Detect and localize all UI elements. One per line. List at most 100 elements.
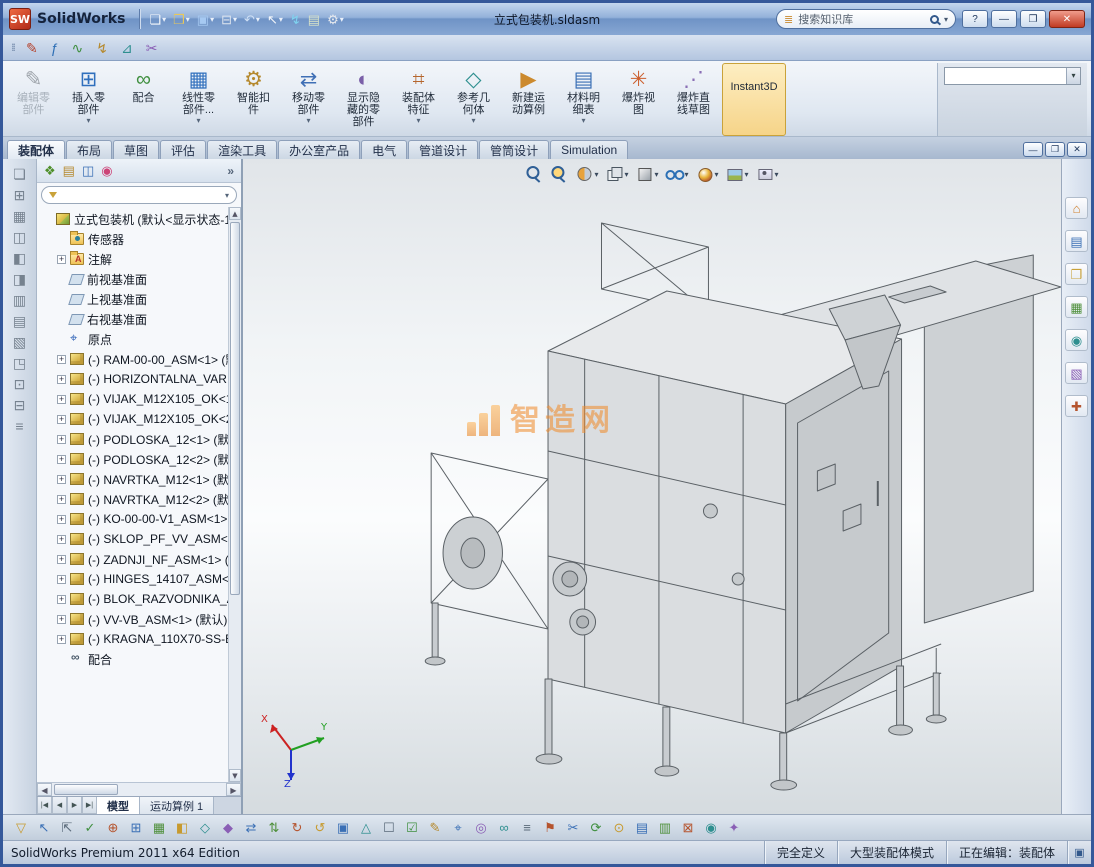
tree-expander[interactable]: + [57,535,66,544]
bottom-toolbar-button[interactable]: ⊙ [609,818,629,838]
save-button[interactable]: ▣ ▾ [194,11,217,28]
tree-item[interactable]: + (-) BLOK_RAZVODNIKA_AS [37,589,228,609]
tree-item[interactable]: 前视基准面 [37,269,228,289]
instant3d-button[interactable]: Instant3D [722,63,786,136]
options-button[interactable]: ⚙ ▾ [324,11,347,28]
new-motion-study-button[interactable]: ▶ 新建运 动算例 [502,63,555,136]
view-palette-button[interactable]: ▦ [1065,296,1088,318]
scroll-left-icon[interactable]: ◀ [37,783,52,796]
tree-item[interactable]: + (-) RAM-00-00_ASM<1> (默 [37,349,228,369]
tab-render-tools[interactable]: 渲染工具 [207,140,277,159]
bottom-toolbar-button[interactable]: ⊕ [103,818,123,838]
tab-simulation[interactable]: Simulation [550,140,628,159]
bottom-toolbar-button[interactable]: ◇ [195,818,215,838]
side-toolbar-button[interactable]: ⊡ [14,377,26,391]
tree-expander[interactable]: + [57,395,66,404]
quick-tool-5-button[interactable]: ⊿ [119,39,135,57]
panel-chevron-button[interactable]: » [227,164,234,178]
exploded-view-button[interactable]: ✳ 爆炸视 图 [612,63,665,136]
solidworks-resources-button[interactable]: ⌂ [1065,197,1088,219]
tree-item[interactable]: 配合 [37,649,228,669]
tree-item[interactable]: 立式包装机 (默认<显示状态-1> [37,209,228,229]
tab-office-products[interactable]: 办公室产品 [278,140,360,159]
bottom-toolbar-button[interactable]: ▥ [655,818,675,838]
tree-item[interactable]: + 注解 [37,249,228,269]
bottom-toolbar-button[interactable]: ☑ [402,818,422,838]
tree-expander[interactable]: + [57,555,66,564]
bottom-toolbar-button[interactable]: ◎ [471,818,491,838]
tree-filter-input[interactable]: ▾ [41,186,237,204]
assembly-features-button[interactable]: ⌗ 装配体 特征 ▾ [392,63,445,136]
tree-expander[interactable]: + [57,455,66,464]
side-toolbar-button[interactable]: ▧ [13,335,26,349]
side-toolbar-button[interactable]: ◫ [13,230,26,244]
displaymanager-tab[interactable]: ◉ [101,164,112,177]
tab-evaluate[interactable]: 评估 [160,140,206,159]
doc-minimize-button[interactable]: — [1023,142,1043,157]
next-tab-button[interactable]: ▶ [67,797,82,814]
tab-assembly[interactable]: 装配体 [7,140,65,159]
side-toolbar-button[interactable]: ≡ [15,419,23,433]
tree-item[interactable]: 传感器 [37,229,228,249]
tree-item[interactable]: + (-) PODLOSKA_12<1> (默认 [37,429,228,449]
quick-tool-4-button[interactable]: ↯ [94,39,110,57]
tree-item[interactable]: + (-) HORIZONTALNA_VARILI [37,369,228,389]
document-recovery-button[interactable]: ✚ [1065,395,1088,417]
explode-line-sketch-button[interactable]: ⋰ 爆炸直 线草图 [667,63,720,136]
tree-expander[interactable]: + [57,475,66,484]
prev-tab-button[interactable]: ◀ [52,797,67,814]
bottom-toolbar-button[interactable]: ▣ [333,818,353,838]
search-icon[interactable] [930,15,939,24]
search-dropdown-arrow-icon[interactable]: ▾ [944,15,948,24]
bottom-toolbar-button[interactable]: ▦ [149,818,169,838]
bottom-toolbar-button[interactable]: ✦ [724,818,744,838]
tree-vertical-scrollbar[interactable]: ▲ ▼ [228,207,241,782]
appearances-scenes-button[interactable]: ◉ [1065,329,1088,351]
bottom-toolbar-button[interactable]: ◧ [172,818,192,838]
tree-item[interactable]: + (-) VIJAK_M12X105_OK<1> [37,389,228,409]
bottom-toolbar-button[interactable]: ⊞ [126,818,146,838]
linear-component-pattern-button[interactable]: ▦ 线性零 部件... ▾ [172,63,225,136]
tree-expander[interactable]: + [57,615,66,624]
select-button[interactable]: ↖ ▾ [264,11,286,28]
scroll-down-icon[interactable]: ▼ [229,769,241,782]
help-button[interactable]: ? [962,10,988,28]
propertymanager-tab[interactable]: ▤ [63,164,75,177]
display-style-button[interactable]: ▾ [635,165,658,183]
tree-item[interactable]: + (-) NAVRTKA_M12<1> (默认 [37,469,228,489]
quick-tool-1-button[interactable]: ✎ [24,39,40,57]
scroll-up-icon[interactable]: ▲ [229,207,241,220]
bottom-toolbar-button[interactable]: ⌖ [448,818,468,838]
tree-item[interactable]: + (-) KRAGNA_110X70-SS-BV [37,629,228,649]
assembly-3d-model[interactable] [243,159,1061,814]
bottom-toolbar-button[interactable]: ⚑ [540,818,560,838]
tree-item[interactable]: + (-) NAVRTKA_M12<2> (默认) [37,489,228,509]
rebuild-button[interactable]: ↯ [287,11,304,28]
graphics-area[interactable]: 智造网 ▾ [243,159,1061,814]
tree-expander[interactable]: + [57,355,66,364]
scrollbar-thumb[interactable] [54,784,118,795]
tree-expander[interactable]: + [57,635,66,644]
tree-expander[interactable]: + [57,495,66,504]
insert-components-button[interactable]: ⊞ 插入零 部件 ▾ [62,63,115,136]
bottom-toolbar-button[interactable]: ✓ [80,818,100,838]
tree-item[interactable]: + (-) ZADNJI_NF_ASM<1> (默 [37,549,228,569]
bottom-toolbar-button[interactable]: △ [356,818,376,838]
new-button[interactable]: ❏ ▾ [146,11,169,28]
view-orientation-button[interactable]: ▾ [605,165,628,183]
status-pane-icon[interactable]: ▣ [1067,841,1091,864]
apply-scene-button[interactable]: ▾ [726,165,749,183]
quick-tool-3-button[interactable]: ∿ [70,39,86,57]
tree-expander[interactable]: + [57,595,66,604]
side-toolbar-button[interactable]: ❏ [13,167,26,181]
side-toolbar-button[interactable]: ⊞ [14,188,26,202]
toolbar-grip[interactable]: ⁞⁞ [11,41,14,54]
smart-fasteners-button[interactable]: ⚙ 智能扣 件 [227,63,280,136]
tree-item[interactable]: 原点 [37,329,228,349]
tree-expander[interactable]: + [57,255,66,264]
tree-item[interactable]: + (-) PODLOSKA_12<2> (默认) [37,449,228,469]
featuremanager-tab[interactable]: ❖ [44,164,56,177]
bottom-toolbar-button[interactable]: ◉ [701,818,721,838]
quick-tool-6-button[interactable]: ✂ [144,39,160,57]
edit-appearance-button[interactable]: ▾ [696,165,719,183]
